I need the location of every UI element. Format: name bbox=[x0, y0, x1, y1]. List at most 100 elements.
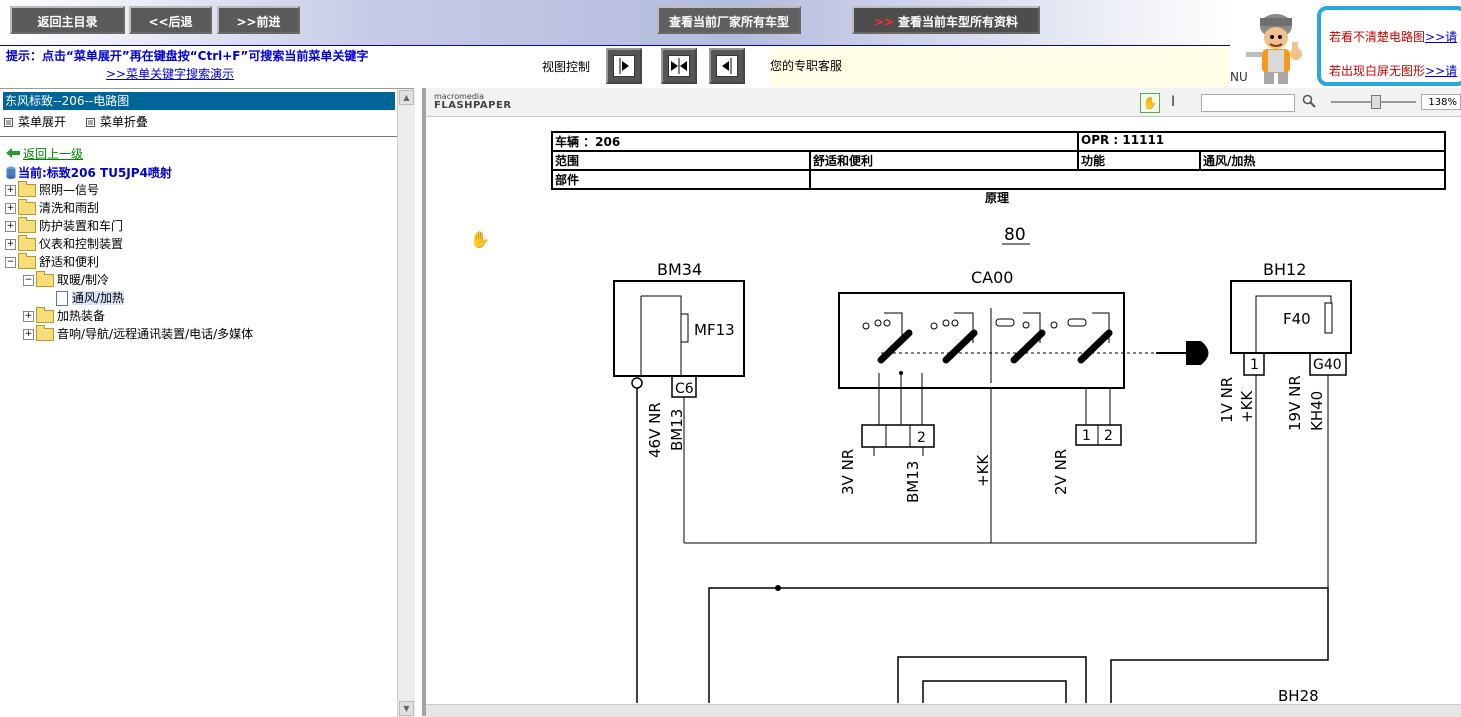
double-arrow-icon: >> bbox=[873, 15, 895, 29]
green-arrow-icon bbox=[6, 147, 20, 161]
function-label-cell: 功能 bbox=[1077, 150, 1201, 171]
hand-tool-icon[interactable]: ✋ bbox=[1140, 93, 1160, 113]
back-up-link[interactable]: 返回上一级 bbox=[6, 145, 83, 162]
menu-item-heating-cooling[interactable]: − 取暖/制冷 bbox=[23, 271, 109, 289]
folder-icon bbox=[36, 325, 54, 341]
page-icon bbox=[56, 291, 68, 306]
viewer-horizontal-scrollbar[interactable] bbox=[426, 704, 1461, 717]
menu-controls: 菜单展开 菜单折叠 bbox=[4, 113, 164, 130]
wire-19v-label: 19V NR bbox=[1286, 375, 1304, 431]
menu-item-lighting[interactable]: + 照明—信号 bbox=[5, 181, 99, 199]
scroll-down-icon[interactable]: ▼ bbox=[399, 701, 414, 716]
vehicle-cell: 车辆 ：206 bbox=[551, 131, 1079, 152]
arrow-right-icon bbox=[613, 55, 635, 77]
menu-item-washers[interactable]: + 清洗和雨刮 bbox=[5, 199, 99, 217]
wire-kh40-label: KH40 bbox=[1308, 391, 1326, 431]
menu-item-comfort[interactable]: − 舒适和便利 bbox=[5, 253, 99, 271]
back-up-label: 返回上一级 bbox=[23, 147, 84, 161]
bh12-label: BH12 bbox=[1263, 260, 1306, 279]
logo-bottom: FLASHPAPER bbox=[434, 100, 512, 111]
view-right-button[interactable] bbox=[606, 48, 642, 84]
mf13-label: MF13 bbox=[694, 321, 735, 339]
help-blank-link[interactable]: >>请 bbox=[1425, 64, 1457, 78]
expand-icon[interactable]: + bbox=[23, 329, 34, 340]
view-left-button[interactable] bbox=[709, 48, 745, 84]
menu-item-label: 防护装置和车门 bbox=[39, 219, 124, 233]
function-value-cell: 通风/加热 bbox=[1199, 150, 1446, 171]
expand-square-icon bbox=[4, 118, 13, 127]
menu-item-label: 音响/导航/远程通讯装置/电话/多媒体 bbox=[57, 327, 254, 341]
open-folder-icon bbox=[36, 271, 54, 287]
search-icon[interactable] bbox=[1302, 94, 1316, 112]
bh12-pin-1: 1 bbox=[1250, 357, 1259, 373]
bm34-label: BM34 bbox=[657, 260, 702, 279]
expand-icon[interactable]: + bbox=[5, 221, 16, 232]
back-button[interactable]: <<后退 bbox=[129, 6, 212, 34]
folder-icon bbox=[18, 217, 36, 233]
expand-icon[interactable]: + bbox=[5, 185, 16, 196]
conn-pin-2b: 2 bbox=[1104, 428, 1113, 444]
menu-item-label: 舒适和便利 bbox=[39, 255, 100, 269]
arrows-inward-icon bbox=[668, 55, 690, 77]
collapse-label: 菜单折叠 bbox=[99, 115, 148, 129]
all-data-button[interactable]: >> 查看当前车型所有资料 bbox=[852, 6, 1040, 34]
ca00-box bbox=[838, 292, 1125, 389]
zoom-slider-handle[interactable] bbox=[1371, 95, 1381, 109]
menu-item-label: 照明—信号 bbox=[39, 183, 100, 197]
customer-service-text: 您的专职客服 bbox=[770, 59, 843, 73]
principle-heading: 原理 bbox=[985, 191, 1010, 205]
collapse-icon[interactable]: − bbox=[5, 257, 16, 268]
home-button[interactable]: 返回主目录 bbox=[10, 6, 125, 34]
part-value-cell bbox=[809, 169, 1446, 190]
viewer-toolbar: macromedia FLASHPAPER ✋ I 138% bbox=[426, 88, 1461, 117]
page-number: 80 bbox=[1004, 225, 1026, 245]
scroll-up-icon[interactable]: ▲ bbox=[399, 90, 414, 105]
document-viewer: macromedia FLASHPAPER ✋ I 138% 车辆 ：206 O… bbox=[422, 88, 1461, 717]
view-center-button[interactable] bbox=[661, 48, 697, 84]
menu-item-ventilation[interactable]: 通风/加热 bbox=[56, 289, 125, 307]
folder-icon bbox=[18, 181, 36, 197]
help-line-blank: 若出现白屏无图形>>请 bbox=[1329, 62, 1457, 79]
help-unclear-text: 若看不清楚电路图 bbox=[1329, 30, 1426, 44]
all-data-label: 查看当前车型所有资料 bbox=[898, 15, 1019, 29]
expand-icon[interactable]: + bbox=[5, 239, 16, 250]
conn-pin-2: 2 bbox=[917, 430, 926, 446]
help-unclear-link[interactable]: >>请 bbox=[1425, 30, 1457, 44]
folder-icon bbox=[18, 235, 36, 251]
flashpaper-logo: macromedia FLASHPAPER bbox=[434, 92, 512, 111]
menu-item-instruments[interactable]: + 仪表和控制装置 bbox=[5, 235, 123, 253]
wire-3v-label: 3V NR bbox=[839, 449, 857, 495]
wire-2v-label: 2V NR bbox=[1052, 449, 1070, 495]
wiring-diagram: ✋ 80 BM34 MF13 C6 46V NR BM13 CA00 2 3V … bbox=[470, 225, 1352, 703]
arrow-left-icon bbox=[716, 55, 738, 77]
forward-button[interactable]: >>前进 bbox=[217, 6, 300, 34]
bh28-label: BH28 bbox=[1278, 687, 1319, 703]
menu-item-heating-equipment[interactable]: + 加热装备 bbox=[23, 307, 105, 325]
document-header-table: 车辆 ：206 OPR : 11111 范围 舒适和便利 功能 通风/加热 部件 bbox=[551, 131, 1446, 190]
menu-item-label: 清洗和雨刮 bbox=[39, 201, 100, 215]
db-icon bbox=[6, 166, 16, 182]
opr-cell: OPR : 11111 bbox=[1077, 131, 1446, 152]
menu-scrollbar[interactable]: ▲ ▼ bbox=[397, 89, 415, 717]
collapse-icon[interactable]: − bbox=[23, 275, 34, 286]
wire-bm13-label: BM13 bbox=[668, 409, 686, 451]
conn-pin-1: 1 bbox=[1082, 428, 1091, 444]
collapse-square-icon bbox=[85, 118, 95, 127]
wire-kk-label: +KK bbox=[974, 454, 992, 487]
expand-menu-button[interactable]: 菜单展开 bbox=[4, 115, 74, 129]
expand-icon[interactable]: + bbox=[5, 203, 16, 214]
range-label-cell: 范围 bbox=[551, 150, 811, 171]
menu-panel: 东风标致--206--电路图 菜单展开 菜单折叠 返回上一级 当前:标致206 … bbox=[0, 88, 415, 717]
collapse-menu-button[interactable]: 菜单折叠 bbox=[85, 115, 156, 129]
open-folder-icon bbox=[18, 253, 36, 269]
wire-bm13-b-label: BM13 bbox=[904, 461, 922, 503]
find-input[interactable] bbox=[1201, 94, 1295, 112]
expand-icon[interactable]: + bbox=[23, 311, 34, 322]
menu-item-audio[interactable]: + 音响/导航/远程通讯装置/电话/多媒体 bbox=[23, 325, 253, 343]
maker-models-button[interactable]: 查看当前厂家所有车型 bbox=[657, 6, 801, 34]
menu-item-protection[interactable]: + 防护装置和车门 bbox=[5, 217, 123, 235]
zoom-level[interactable]: 138% bbox=[1421, 94, 1461, 110]
text-select-icon[interactable]: I bbox=[1171, 94, 1175, 110]
wire-46v-label: 46V NR bbox=[646, 402, 664, 458]
search-demo-link[interactable]: >>菜单关键字搜索演示 bbox=[106, 65, 234, 82]
